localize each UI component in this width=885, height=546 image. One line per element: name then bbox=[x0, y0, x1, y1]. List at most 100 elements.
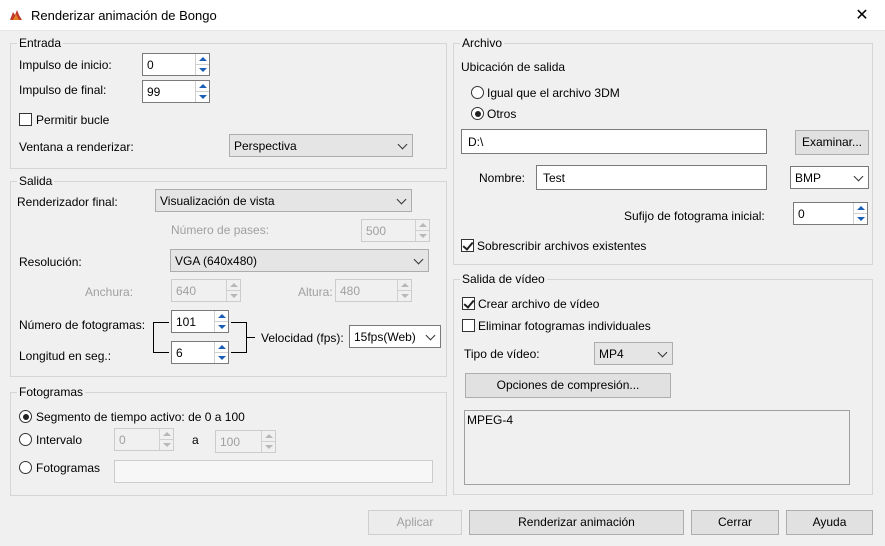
otros-radio[interactable] bbox=[471, 107, 484, 120]
window-title: Renderizar animación de Bongo bbox=[31, 8, 217, 23]
close-icon[interactable]: ✕ bbox=[839, 0, 885, 31]
resolucion-label: Resolución: bbox=[19, 255, 82, 269]
spin-up-icon[interactable] bbox=[398, 280, 411, 291]
longitud-spinner[interactable]: 6 bbox=[171, 341, 229, 364]
igual-radio[interactable] bbox=[471, 86, 484, 99]
altura-label: Altura: bbox=[298, 285, 333, 299]
spin-up-icon[interactable] bbox=[215, 311, 228, 322]
sufijo-spinner[interactable]: 0 bbox=[793, 202, 868, 225]
spin-down-icon[interactable] bbox=[215, 322, 228, 333]
video-legend: Salida de vídeo bbox=[462, 272, 545, 286]
resolucion-select[interactable]: VGA (640x480) bbox=[170, 249, 429, 272]
spin-up-icon[interactable] bbox=[854, 203, 867, 214]
spin-down-icon[interactable] bbox=[416, 231, 429, 242]
renderizador-value: Visualización de vista bbox=[160, 194, 275, 208]
sufijo-label: Sufijo de fotograma inicial: bbox=[624, 209, 765, 223]
nombre-label: Nombre: bbox=[479, 171, 526, 185]
link-connector bbox=[247, 337, 255, 338]
crear-video-label: Crear archivo de vídeo bbox=[478, 297, 600, 311]
fotogramas-input[interactable] bbox=[114, 460, 433, 483]
spin-up-icon[interactable] bbox=[160, 429, 173, 440]
formato-select[interactable]: BMP bbox=[790, 166, 869, 189]
segmento-radio[interactable] bbox=[19, 410, 32, 423]
impulso-inicio-value: 0 bbox=[147, 58, 154, 72]
intervalo-from-spinner[interactable]: 0 bbox=[114, 428, 174, 451]
longitud-value: 6 bbox=[176, 346, 183, 360]
intervalo-a-label: a bbox=[192, 433, 199, 447]
link-bracket-right bbox=[231, 322, 247, 353]
permitir-bucle-checkbox[interactable] bbox=[19, 113, 32, 126]
sobrescribir-checkbox[interactable] bbox=[461, 239, 474, 252]
path-input[interactable]: D:\ bbox=[461, 129, 767, 154]
impulso-final-label: Impulso de final: bbox=[19, 83, 107, 97]
spin-down-icon[interactable] bbox=[196, 65, 209, 76]
spin-up-icon[interactable] bbox=[215, 342, 228, 353]
spin-down-icon[interactable] bbox=[262, 442, 275, 453]
chevron-down-icon bbox=[657, 347, 668, 358]
renderizar-button[interactable]: Renderizar animación bbox=[469, 510, 684, 535]
impulso-inicio-spinner[interactable]: 0 bbox=[142, 53, 210, 76]
tipo-video-value: MP4 bbox=[599, 347, 624, 361]
spin-up-icon[interactable] bbox=[196, 81, 209, 92]
chevron-down-icon bbox=[397, 139, 408, 150]
aplicar-button[interactable]: Aplicar bbox=[368, 510, 462, 535]
ventana-select[interactable]: Perspectiva bbox=[229, 134, 413, 157]
pases-value: 500 bbox=[366, 224, 387, 238]
pases-spinner[interactable]: 500 bbox=[361, 219, 430, 242]
intervalo-to-spinner[interactable]: 100 bbox=[215, 430, 276, 453]
title-bar: Renderizar animación de Bongo ✕ bbox=[0, 0, 885, 31]
spin-down-icon[interactable] bbox=[227, 291, 240, 302]
path-value: D:\ bbox=[468, 135, 484, 149]
intervalo-radio[interactable] bbox=[19, 433, 32, 446]
velocidad-value: 15fps(Web) bbox=[354, 330, 416, 344]
spin-down-icon[interactable] bbox=[160, 440, 173, 451]
spin-down-icon[interactable] bbox=[854, 214, 867, 225]
nombre-value: Test bbox=[543, 171, 566, 185]
otros-label: Otros bbox=[487, 107, 517, 121]
rhino-app-icon bbox=[10, 10, 22, 20]
altura-spinner[interactable]: 480 bbox=[335, 279, 412, 302]
fotogramas-radio[interactable] bbox=[19, 461, 32, 474]
ventana-label: Ventana a renderizar: bbox=[19, 140, 134, 154]
spin-down-icon[interactable] bbox=[215, 353, 228, 364]
tipo-video-label: Tipo de vídeo: bbox=[464, 347, 540, 361]
ayuda-button[interactable]: Ayuda bbox=[786, 510, 873, 535]
permitir-bucle-label: Permitir bucle bbox=[36, 113, 110, 127]
longitud-label: Longitud en seg.: bbox=[19, 349, 112, 363]
chevron-down-icon bbox=[396, 194, 407, 205]
velocidad-select[interactable]: 15fps(Web) bbox=[349, 325, 441, 348]
renderizador-label: Renderizador final: bbox=[17, 195, 118, 209]
eliminar-fotogramas-checkbox[interactable] bbox=[462, 319, 475, 332]
altura-value: 480 bbox=[340, 284, 361, 298]
impulso-final-spinner[interactable]: 99 bbox=[142, 80, 210, 103]
entrada-legend: Entrada bbox=[19, 36, 62, 50]
intervalo-to-value: 100 bbox=[220, 435, 241, 449]
chevron-down-icon bbox=[853, 171, 864, 182]
cerrar-button[interactable]: Cerrar bbox=[691, 510, 779, 535]
crear-video-checkbox[interactable] bbox=[462, 297, 475, 310]
link-bracket-left bbox=[153, 322, 169, 353]
nombre-input[interactable]: Test bbox=[536, 165, 767, 190]
chevron-down-icon bbox=[425, 330, 436, 341]
velocidad-label: Velocidad (fps): bbox=[261, 331, 344, 345]
compresion-button[interactable]: Opciones de compresión... bbox=[465, 373, 671, 398]
spin-down-icon[interactable] bbox=[196, 92, 209, 103]
anchura-label: Anchura: bbox=[85, 285, 134, 299]
anchura-spinner[interactable]: 640 bbox=[171, 279, 241, 302]
intervalo-label: Intervalo bbox=[36, 433, 83, 447]
num-fotogramas-value: 101 bbox=[176, 315, 197, 329]
num-fotogramas-spinner[interactable]: 101 bbox=[171, 310, 229, 333]
spin-up-icon[interactable] bbox=[227, 280, 240, 291]
renderizador-select[interactable]: Visualización de vista bbox=[155, 189, 412, 212]
spin-down-icon[interactable] bbox=[398, 291, 411, 302]
spin-up-icon[interactable] bbox=[262, 431, 275, 442]
spin-up-icon[interactable] bbox=[416, 220, 429, 231]
resolucion-value: VGA (640x480) bbox=[175, 254, 258, 268]
ubicacion-label: Ubicación de salida bbox=[461, 60, 566, 74]
tipo-video-select[interactable]: MP4 bbox=[594, 342, 673, 365]
fotogramas-label: Fotogramas bbox=[36, 461, 101, 475]
examinar-button[interactable]: Examinar... bbox=[795, 130, 869, 155]
sobrescribir-label: Sobrescribir archivos existentes bbox=[477, 239, 647, 253]
spin-up-icon[interactable] bbox=[196, 54, 209, 65]
salida-legend: Salida bbox=[19, 174, 53, 188]
